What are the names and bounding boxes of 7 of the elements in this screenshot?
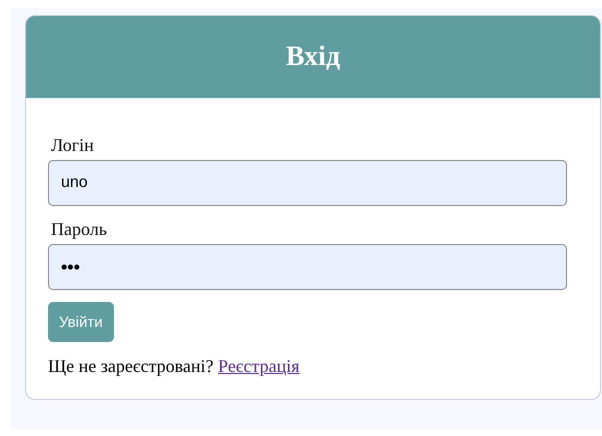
card-title: Вхід	[286, 41, 340, 73]
login-field[interactable]: uno	[48, 160, 567, 206]
field-label: Логін	[51, 134, 94, 156]
password-field[interactable]: •••	[48, 244, 567, 290]
register-link[interactable]: Реєстрація	[218, 356, 300, 376]
field-label: Пароль	[51, 218, 107, 240]
register-prompt: Ще не зареєстровані?	[48, 356, 214, 376]
